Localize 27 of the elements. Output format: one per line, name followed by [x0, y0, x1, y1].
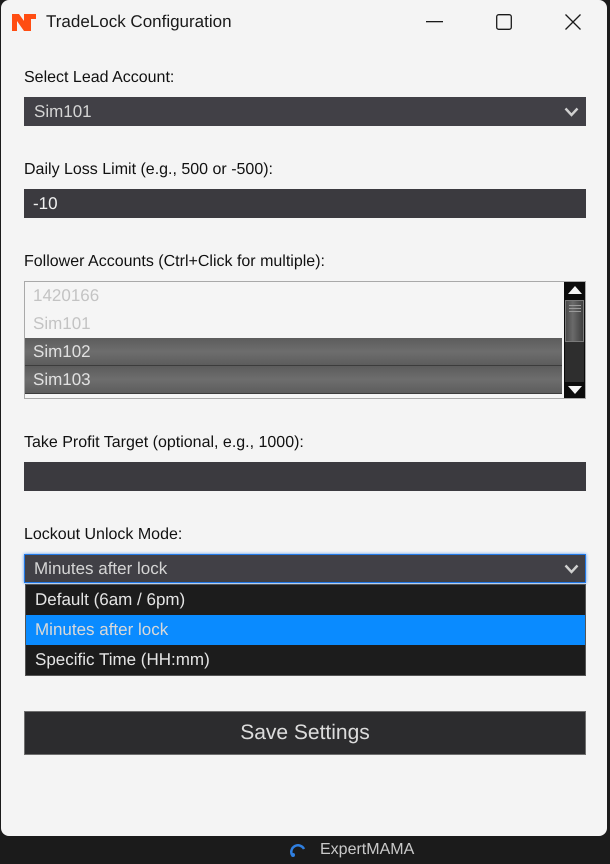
logo-icon [12, 14, 36, 30]
text-input[interactable] [24, 462, 586, 491]
chevron-down-icon [564, 564, 579, 574]
dropdown[interactable]: Minutes after lock [24, 554, 586, 583]
list-item[interactable]: Sim102 [25, 338, 562, 366]
dropdown[interactable]: Sim101 [24, 97, 586, 126]
scrollbar[interactable] [564, 282, 585, 398]
close-icon [564, 14, 580, 30]
minimize-icon [426, 21, 443, 23]
field-label: Lockout Unlock Mode: [24, 526, 184, 544]
field-label: Daily Loss Limit (e.g., 500 or -500): [24, 161, 274, 179]
field-label: Select Lead Account: [24, 69, 176, 87]
text-input[interactable]: -10 [24, 189, 586, 218]
field-label: Take Profit Target (optional, e.g., 1000): [24, 434, 305, 452]
taskbar-label: ExpertMAMA [320, 841, 414, 859]
app-icon [290, 843, 306, 857]
scroll-thumb[interactable] [565, 300, 584, 342]
window-title: TradeLock Configuration [46, 12, 232, 32]
scroll-down-icon [568, 386, 582, 394]
list-item[interactable]: Sim103 [25, 366, 562, 394]
scroll-up-icon [568, 286, 582, 294]
dropdown-option[interactable]: Default (6am / 6pm) [26, 585, 585, 615]
dropdown-option[interactable]: Specific Time (HH:mm) [26, 645, 585, 675]
field-label: Follower Accounts (Ctrl+Click for multiple): [24, 253, 326, 271]
save-button[interactable]: Save Settings [24, 711, 586, 755]
chevron-down-icon [564, 106, 579, 116]
maximize-icon [496, 14, 512, 30]
